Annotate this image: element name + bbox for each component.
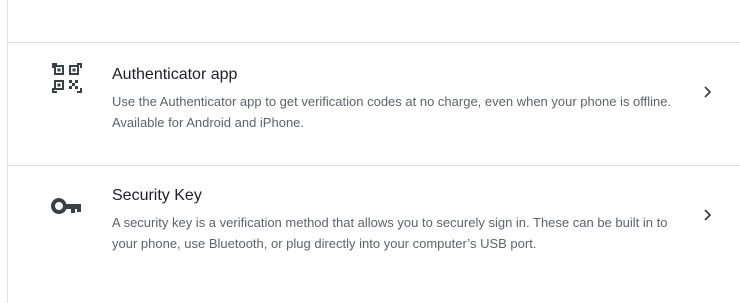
option-text: Authenticator app Use the Authenticator … (112, 64, 672, 133)
option-text: Security Key A security key is a verific… (112, 185, 672, 254)
authenticator-app-option[interactable]: Authenticator app Use the Authenticator … (8, 43, 740, 165)
option-title: Security Key (112, 187, 202, 204)
option-title: Authenticator app (112, 66, 238, 83)
option-description: A security key is a verification method … (112, 215, 668, 251)
page: Authenticator app Use the Authenticator … (0, 0, 740, 303)
key-icon (50, 189, 84, 223)
option-description: Use the Authenticator app to get verific… (112, 94, 672, 130)
qr-code-icon (50, 61, 84, 95)
security-key-option[interactable]: Security Key A security key is a verific… (8, 166, 740, 303)
chevron-right-icon[interactable] (701, 208, 715, 222)
verification-options-list: Authenticator app Use the Authenticator … (8, 42, 740, 303)
chevron-right-icon[interactable] (701, 85, 715, 99)
